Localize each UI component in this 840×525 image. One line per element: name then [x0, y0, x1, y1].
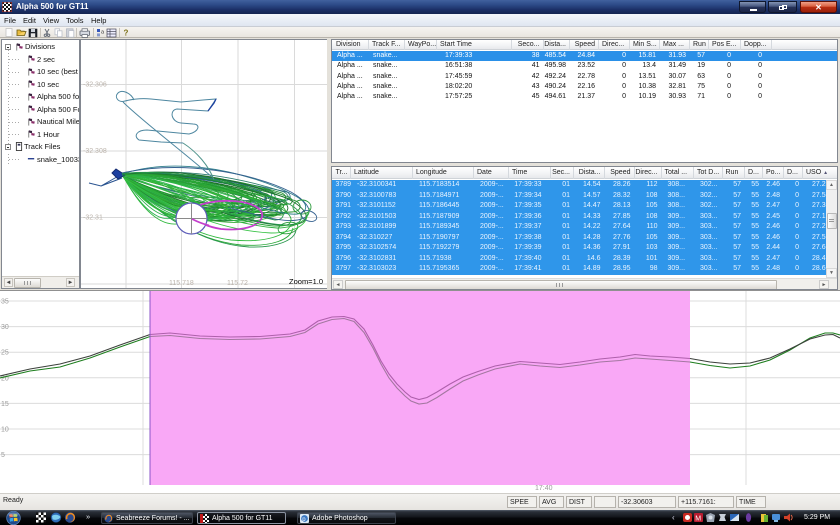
svg-text:a: a	[101, 30, 105, 36]
svg-text:-32.308: -32.308	[83, 148, 107, 155]
svg-text:15: 15	[1, 401, 9, 408]
svg-text:115.718: 115.718	[169, 280, 194, 287]
svg-text:-32.31: -32.31	[83, 215, 103, 222]
svg-text:17:40: 17:40	[535, 485, 553, 492]
svg-text:M: M	[695, 515, 701, 522]
svg-text:30: 30	[1, 324, 9, 331]
svg-text:35: 35	[1, 299, 9, 306]
svg-text:115.72: 115.72	[227, 280, 248, 287]
svg-text:10: 10	[1, 427, 9, 434]
svg-text:5: 5	[1, 452, 5, 459]
svg-text:25: 25	[1, 350, 9, 357]
svg-text:-32.306: -32.306	[83, 82, 107, 89]
svg-text:?: ?	[124, 29, 129, 38]
